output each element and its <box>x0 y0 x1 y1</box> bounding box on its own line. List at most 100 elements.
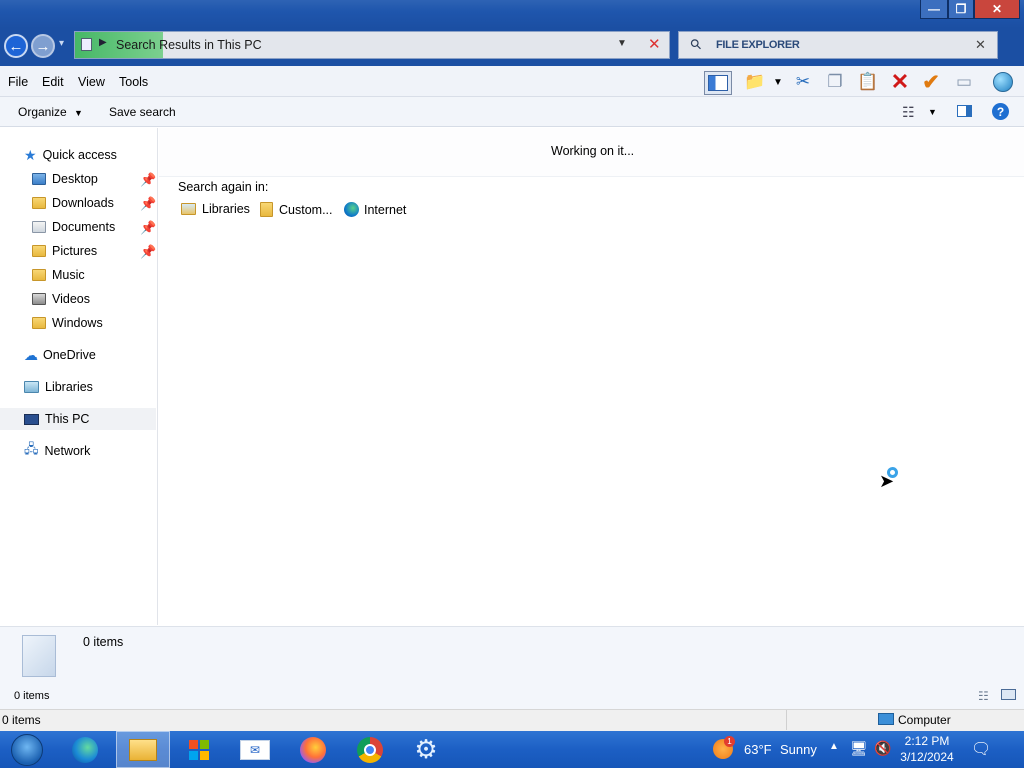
search-input[interactable]: ⚲ FILE EXPLORER ✕ <box>678 31 998 59</box>
menu-file[interactable]: File <box>8 75 28 89</box>
layout-toggle-button[interactable] <box>704 71 732 95</box>
nav-item-videos[interactable]: Videos <box>32 288 90 310</box>
nav-network[interactable]: 🖧 Network <box>24 440 90 462</box>
delete-button[interactable]: ✕ <box>887 69 913 94</box>
maximize-button[interactable]: ❐ <box>948 0 974 19</box>
nav-item-label: Desktop <box>52 172 98 186</box>
taskbar-mail[interactable]: ✉ <box>228 731 282 768</box>
menu-edit[interactable]: Edit <box>42 75 64 89</box>
windows-folder-icon <box>32 317 46 329</box>
details-view-icon[interactable]: ☷ <box>978 689 989 703</box>
change-view-icon[interactable]: ☷ <box>902 104 915 121</box>
copy-button[interactable]: ❐ <box>822 71 848 93</box>
nav-item-label: Documents <box>52 220 116 234</box>
properties-dropdown-icon[interactable]: ▼ <box>770 71 786 93</box>
notifications-icon[interactable]: 🗨 <box>971 739 991 759</box>
details-pane: 0 items 0 items ☷ <box>0 626 1024 709</box>
menu-view[interactable]: View <box>78 75 105 89</box>
rename-button[interactable]: ▭ <box>951 71 977 93</box>
taskbar-store[interactable] <box>172 731 226 768</box>
stop-search-icon[interactable]: ✕ <box>648 35 661 53</box>
documents-folder-icon <box>32 221 46 233</box>
cut-icon: ✂ <box>795 72 811 91</box>
search-again-internet[interactable]: Internet <box>344 202 406 217</box>
large-icons-view-icon[interactable] <box>1001 689 1016 700</box>
taskbar-file-explorer[interactable] <box>116 731 170 768</box>
start-button[interactable] <box>0 731 54 768</box>
search-again-custom[interactable]: Custom... <box>260 202 333 217</box>
nav-item-windows[interactable]: Windows <box>32 312 103 334</box>
nav-item-downloads[interactable]: Downloads <box>32 192 114 214</box>
navigation-pane: ★ Quick access Desktop 📌 Downloads 📌 Doc… <box>0 128 158 625</box>
nav-this-pc[interactable]: This PC <box>0 408 156 430</box>
help-icon[interactable]: ? <box>992 103 1009 120</box>
forward-arrow-icon: → <box>35 37 51 55</box>
properties-button[interactable]: 📁 <box>742 71 768 93</box>
nav-item-label: Videos <box>52 292 90 306</box>
confirm-button[interactable]: ✔ <box>918 70 944 94</box>
content-area: Working on it... Search again in: Librar… <box>159 128 1024 625</box>
address-bar[interactable]: ▶ Search Results in This PC ▼ ✕ <box>74 31 670 59</box>
globe-button[interactable] <box>990 71 1016 93</box>
clock-time[interactable]: 2:12 PM <box>904 734 950 748</box>
clear-search-icon[interactable]: ✕ <box>975 37 986 53</box>
taskbar-firefox[interactable] <box>286 731 340 768</box>
nav-item-label: Pictures <box>52 244 98 258</box>
network-icon: 🖧 <box>24 441 39 456</box>
nav-quick-access[interactable]: ★ Quick access <box>24 144 117 166</box>
back-button[interactable]: ← <box>4 34 28 58</box>
nav-item-documents[interactable]: Documents <box>32 216 115 238</box>
weather-badge: 1 <box>724 736 735 747</box>
details-bottom-count: 0 items <box>14 690 50 702</box>
nav-item-music[interactable]: Music <box>32 264 85 286</box>
taskbar-settings[interactable]: ⚙ <box>399 731 453 768</box>
checkmark-icon: ✔ <box>922 70 940 94</box>
network-tray-icon[interactable]: 🖥 <box>850 740 868 757</box>
taskbar: ✉ ⚙ 1 63°F Sunny ▲ 🖥 🔇 2:12 PM 3/12/2024… <box>0 731 1024 768</box>
forward-button[interactable]: → <box>31 34 55 58</box>
nav-item-pictures[interactable]: Pictures <box>32 240 97 262</box>
libraries-icon <box>181 203 196 215</box>
nav-network-label: Network <box>44 444 91 458</box>
cut-button[interactable]: ✂ <box>790 71 816 93</box>
save-search-button[interactable]: Save search <box>109 105 176 119</box>
breadcrumb-chevron-icon[interactable]: ▶ <box>99 37 107 48</box>
clock-date[interactable]: 3/12/2024 <box>899 750 955 764</box>
organize-button[interactable]: Organize ▼ <box>18 105 83 119</box>
pin-icon[interactable]: 📌 <box>140 196 156 212</box>
copy-icon: ❐ <box>827 72 843 91</box>
gear-icon: ⚙ <box>414 734 438 764</box>
address-dropdown-icon[interactable]: ▼ <box>617 38 627 49</box>
nav-item-desktop[interactable]: Desktop <box>32 168 98 190</box>
close-window-button[interactable]: ✕ <box>974 0 1020 19</box>
menu-tools[interactable]: Tools <box>119 75 148 89</box>
show-hidden-icons-chevron-icon[interactable]: ▲ <box>829 741 839 752</box>
search-again-label: Search again in: <box>178 180 269 194</box>
back-arrow-icon: ← <box>8 37 24 55</box>
weather-desc[interactable]: Sunny <box>780 742 817 757</box>
minimize-button[interactable]: — <box>920 0 948 19</box>
location-label: Libraries <box>202 202 250 216</box>
paste-button[interactable]: 📋 <box>855 71 881 93</box>
volume-muted-icon[interactable]: 🔇 <box>874 740 891 757</box>
search-status-bar: Working on it... <box>159 128 1024 177</box>
layout-icon <box>708 75 728 91</box>
paste-icon: 📋 <box>857 72 879 91</box>
nav-libraries[interactable]: Libraries <box>24 376 93 398</box>
recent-locations-chevron-icon[interactable]: ▾ <box>59 38 64 49</box>
taskbar-edge[interactable] <box>58 731 112 768</box>
address-path[interactable]: Search Results in This PC <box>116 38 262 52</box>
preview-pane-icon[interactable] <box>957 105 972 117</box>
nav-onedrive[interactable]: ☁ OneDrive <box>24 344 96 366</box>
videos-folder-icon <box>32 293 46 305</box>
taskbar-chrome[interactable] <box>343 731 397 768</box>
pin-icon[interactable]: 📌 <box>140 220 156 236</box>
search-again-libraries[interactable]: Libraries <box>181 202 250 216</box>
view-options-chevron-icon[interactable]: ▼ <box>928 107 937 117</box>
busy-spinner-icon <box>887 467 898 478</box>
weather-temp[interactable]: 63°F <box>744 742 772 757</box>
pin-icon[interactable]: 📌 <box>140 172 156 188</box>
globe-icon <box>993 72 1013 92</box>
pin-icon[interactable]: 📌 <box>140 244 156 260</box>
location-label: Custom... <box>279 202 333 217</box>
